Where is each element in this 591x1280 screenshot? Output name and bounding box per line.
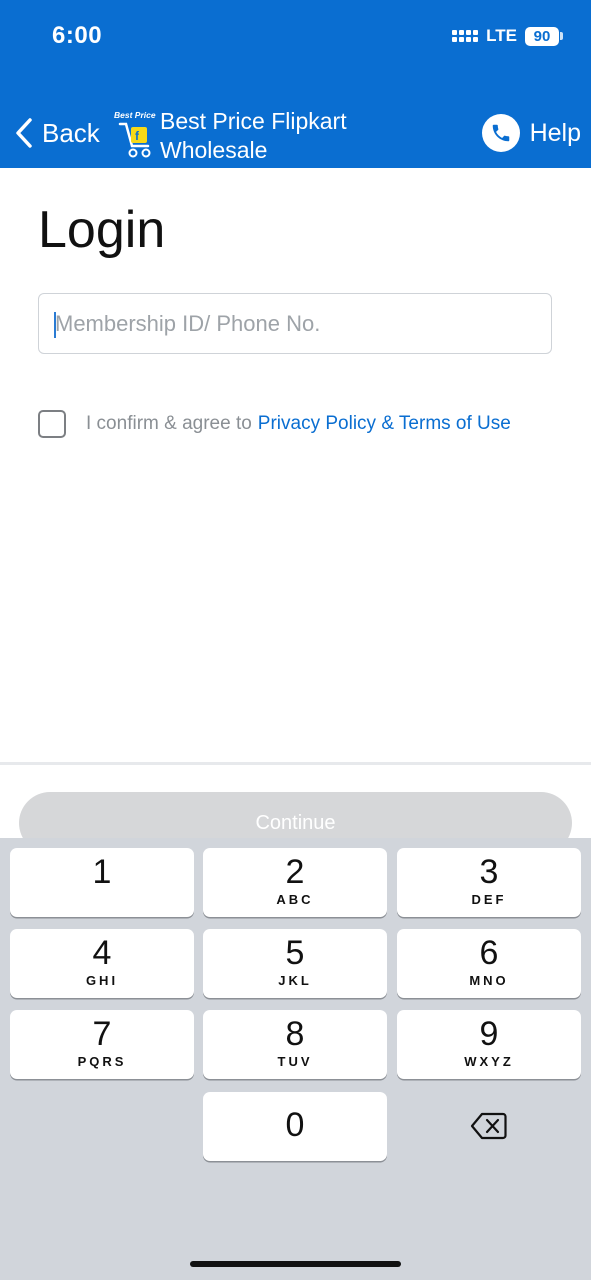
key-letters: MNO (469, 973, 509, 988)
help-button[interactable]: Help (481, 114, 581, 152)
key-8[interactable]: 8 TUV (203, 1010, 387, 1079)
key-number: 2 (285, 853, 305, 891)
key-letters: PQRS (77, 1054, 127, 1069)
key-4[interactable]: 4 GHI (10, 929, 194, 998)
page-title: Best Price Flipkart Wholesale (160, 108, 347, 163)
key-number: 4 (92, 934, 112, 972)
key-letters: WXYZ (464, 1054, 514, 1069)
key-9[interactable]: 9 WXYZ (397, 1010, 581, 1079)
agree-text: I confirm & agree to (86, 413, 252, 434)
phone-icon (481, 114, 520, 152)
key-5[interactable]: 5 JKL (203, 929, 387, 998)
battery-level: 90 (525, 26, 559, 46)
best-price-logo: Best Price f (114, 110, 156, 158)
key-number: 6 (479, 934, 499, 972)
backspace-icon (470, 1112, 507, 1139)
help-label: Help (529, 118, 581, 147)
delete-key[interactable] (397, 1091, 581, 1160)
logo-text: Best Price (114, 110, 156, 120)
key-0[interactable]: 0 (203, 1092, 387, 1161)
key-number: 3 (479, 853, 499, 891)
key-number: 5 (285, 934, 305, 972)
key-2[interactable]: 2 ABC (203, 848, 387, 917)
back-button[interactable]: Back (12, 116, 100, 150)
key-number: 1 (92, 853, 112, 891)
key-3[interactable]: 3 DEF (397, 848, 581, 917)
network-type: LTE (486, 26, 517, 45)
membership-id-input[interactable] (38, 293, 552, 354)
key-letters: DEF (471, 892, 507, 907)
login-heading: Login (38, 201, 166, 259)
key-number: 0 (285, 1106, 305, 1144)
text-cursor (54, 312, 56, 338)
battery-icon: 90 (525, 26, 563, 46)
agree-row: I confirm & agree to Privacy Policy & Te… (38, 410, 511, 438)
key-letters: ABC (276, 892, 314, 907)
cellular-signal-icon (452, 30, 479, 42)
status-indicators: LTE 90 (452, 26, 563, 46)
app-header: 6:00 LTE 90 Back Best Price f Best Price… (0, 0, 591, 168)
key-1[interactable]: 1 (10, 848, 194, 917)
status-time: 6:00 (52, 22, 103, 49)
key-letters: TUV (277, 1054, 313, 1069)
key-letters: GHI (85, 973, 119, 988)
key-number: 8 (285, 1015, 305, 1053)
key-number: 7 (92, 1015, 112, 1053)
privacy-terms-link[interactable]: Privacy Policy & Terms of Use (258, 413, 511, 435)
key-number: 9 (479, 1015, 499, 1053)
key-letters: JKL (278, 973, 312, 988)
back-label: Back (42, 117, 100, 148)
home-indicator (190, 1261, 401, 1267)
agree-checkbox[interactable] (38, 410, 66, 438)
key-7[interactable]: 7 PQRS (10, 1010, 194, 1079)
key-6[interactable]: 6 MNO (397, 929, 581, 998)
chevron-left-icon (16, 118, 32, 148)
